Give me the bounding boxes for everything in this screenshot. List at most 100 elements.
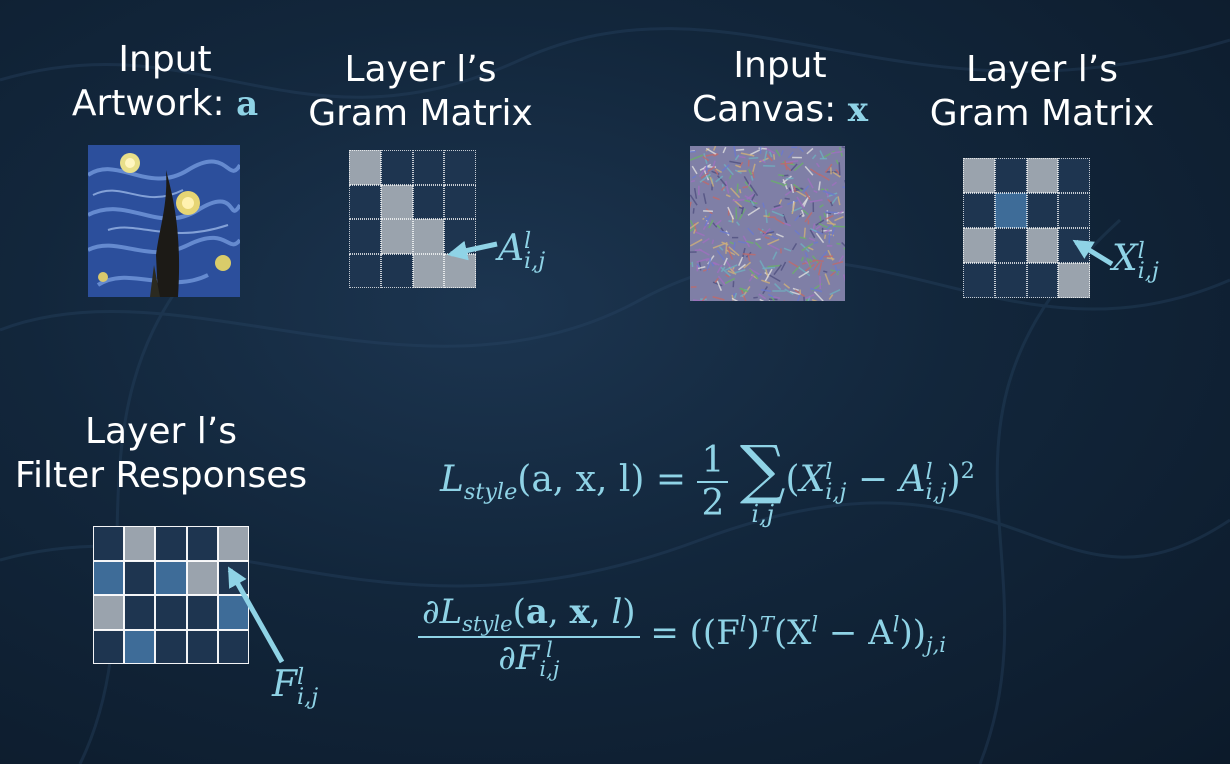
gram-a-line1: Layer l’s [344, 49, 497, 90]
loss-square: 2 [960, 458, 975, 484]
gradient-numerator: ∂Lstyle(a, x, l) [418, 592, 640, 636]
gram-a-cell [412, 219, 445, 254]
gram-x-cell [963, 193, 995, 228]
filter-cell [124, 526, 156, 561]
X-base: X [1112, 238, 1138, 279]
loss-args: (a, x, l) = [517, 459, 687, 500]
gram-matrix-x [963, 158, 1090, 298]
loss-A-sub: i,j [925, 479, 947, 505]
gram-a-cell [349, 253, 381, 288]
half-den: 2 [697, 481, 729, 524]
grad-rhs-l1: l [739, 612, 747, 638]
style-loss-equation: Lstyle(a, x, l) = 12 ∑ i,j (X l i,j − Al i,j)… [440, 438, 975, 558]
gradient-fraction: ∂Lstyle(a, x, l) ∂F l i,j [418, 592, 640, 679]
filter-cell [155, 526, 187, 561]
grad-rhs-4: − A [818, 613, 893, 654]
filter-line2: Filter Responses [14, 455, 308, 496]
filter-responses-label: Layer l’s Filter Responses [6, 410, 316, 498]
loss-half: 12 [697, 440, 729, 524]
gram-x-cell [994, 193, 1027, 228]
filter-cell [186, 629, 218, 664]
input-artwork-line1: Input [118, 39, 212, 80]
canvas-variable-x: x [847, 90, 868, 130]
filter-cell [217, 595, 249, 630]
filter-cell [155, 629, 187, 664]
filter-cell [93, 595, 125, 630]
gram-x-cell [1026, 263, 1059, 298]
loss-sum: ∑ i,j [740, 438, 786, 526]
grad-rhs: = ((Fl)T(Xl − Al))j,i [650, 612, 946, 657]
gram-x-cell [963, 263, 995, 298]
A-base: A [498, 228, 524, 269]
gram-a-cell [349, 219, 381, 254]
gram-a-cell [349, 184, 381, 219]
input-artwork-image [88, 145, 240, 297]
half-num: 1 [701, 440, 725, 481]
loss-L: L [440, 459, 464, 500]
gram-a-cell [412, 184, 445, 219]
F-sub: i,j [296, 684, 319, 710]
filter-cell [93, 526, 125, 561]
filter-cell [217, 560, 249, 595]
grad-rhs-1: = ((F [650, 613, 740, 654]
gram-x-cell [1058, 158, 1090, 193]
A-sub: i,j [524, 248, 546, 274]
grad-rhs-3: (X [773, 613, 812, 654]
loss-style-sub: style [463, 479, 518, 506]
loss-A: A [899, 459, 926, 500]
filter-cell [93, 560, 125, 595]
gram-x-cell [994, 263, 1027, 298]
sum-symbol: ∑ [739, 433, 786, 507]
grad-rhs-l3: l [892, 612, 900, 638]
F-base: F [272, 664, 297, 705]
artwork-variable-a: a [236, 84, 259, 124]
grad-F-sub: i,j [539, 655, 560, 681]
gram-x-cell [963, 228, 995, 263]
gram-x-line2: Gram Matrix [929, 93, 1155, 134]
gram-x-cell [1058, 228, 1090, 263]
grad-rhs-2: ) [746, 613, 760, 654]
gram-a-cell [380, 184, 413, 219]
gram-a-cell [380, 253, 413, 288]
gram-a-cell [380, 219, 413, 254]
gram-a-cell [412, 253, 445, 288]
filter-element-label: Fl i,j [272, 664, 319, 710]
gram-a-cell [349, 150, 381, 185]
loss-X-sub: i,j [825, 479, 847, 505]
grad-L: L [439, 592, 463, 632]
gram-a-element-label: Al i,j [498, 228, 546, 274]
gram-x-cell [1026, 193, 1059, 228]
input-canvas-image [690, 146, 845, 301]
grad-partial-top: ∂ [422, 592, 440, 632]
input-canvas-label: Input Canvas: x [670, 44, 890, 132]
gram-a-line2: Gram Matrix [308, 93, 533, 134]
gram-x-cell [1026, 228, 1059, 263]
gram-x-cell [1026, 158, 1059, 193]
loss-paren-close: ) [946, 459, 961, 500]
filter-cell [124, 595, 156, 630]
grad-rhs-sub: j,i [926, 632, 947, 658]
filter-cell [155, 560, 187, 595]
grad-style-sub: style [462, 610, 513, 636]
input-canvas-line1: Input [733, 45, 827, 86]
gram-matrix-a [349, 150, 476, 288]
gram-a-cell [444, 150, 476, 185]
gram-x-cell [1058, 263, 1090, 298]
filter-cell [186, 595, 218, 630]
gram-x-cell [994, 228, 1027, 263]
filter-cell [124, 629, 156, 664]
grad-rhs-T: T [759, 612, 774, 638]
input-artwork-line2-row: Artwork: a [50, 82, 280, 126]
input-canvas-line2: Canvas: [692, 89, 837, 130]
gram-a-label: Layer l’s Gram Matrix [298, 48, 543, 136]
gram-x-label: Layer l’s Gram Matrix [918, 48, 1166, 136]
filter-cell [155, 595, 187, 630]
grad-F: F [515, 637, 540, 678]
grad-rhs-5: )) [899, 613, 927, 654]
filter-response-matrix [93, 526, 249, 664]
gram-a-cell [444, 253, 476, 288]
gram-x-element-label: Xl i,j [1112, 238, 1159, 282]
loss-X: X [799, 459, 826, 500]
gram-a-cell [412, 150, 445, 185]
input-artwork-label: Input Artwork: a [50, 38, 280, 126]
